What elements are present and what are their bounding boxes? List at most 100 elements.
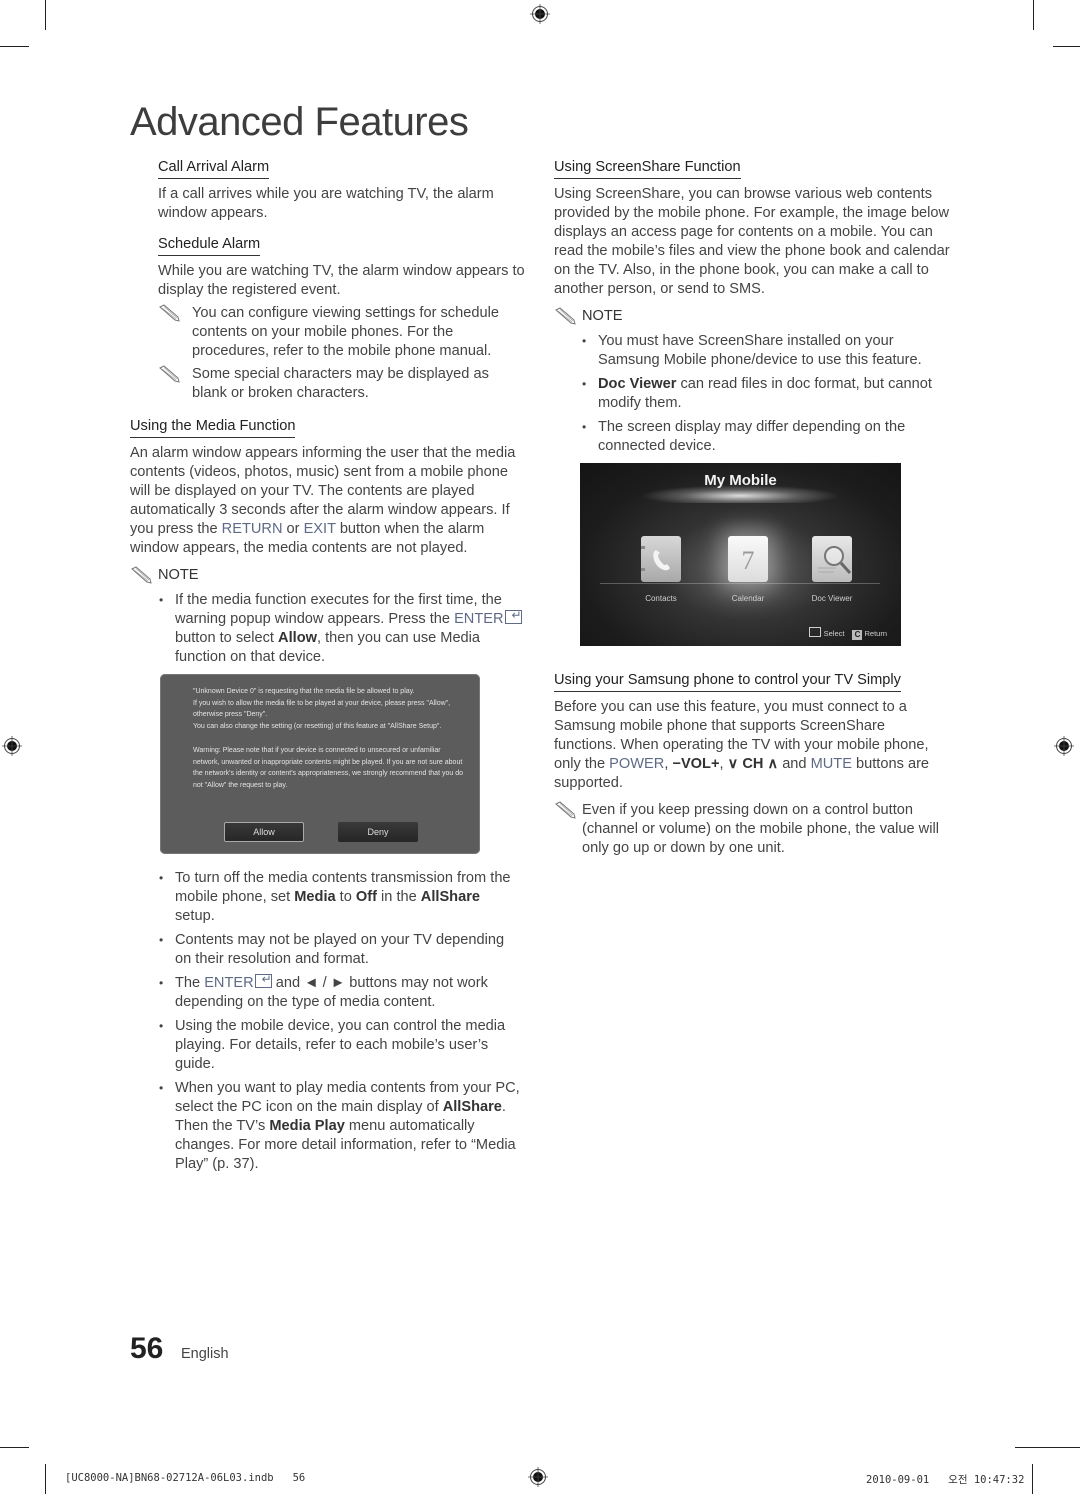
ch-keyword: ∨ CH ∧ xyxy=(727,756,779,772)
crop-mark-bottom-right-h xyxy=(1015,1447,1080,1448)
my-mobile-title: My Mobile xyxy=(704,472,777,489)
body-text: The xyxy=(175,975,205,991)
section-body: Using ScreenShare, you can browse variou… xyxy=(554,186,950,297)
section-schedule-alarm: Schedule Alarm While you are watching TV… xyxy=(130,235,530,403)
allow-button[interactable]: Allow xyxy=(224,822,304,842)
screen-footer: Select C Return xyxy=(808,627,887,640)
section-heading: Call Arrival Alarm xyxy=(158,158,270,179)
return-key-icon: C xyxy=(852,630,863,640)
allshare-keyword: AllShare xyxy=(420,889,481,905)
vol-keyword: −VOL+ xyxy=(672,756,720,772)
mute-keyword: MUTE xyxy=(810,756,852,772)
magnifier-icon xyxy=(818,546,852,575)
body-text: and xyxy=(778,756,811,772)
section-heading: Using your Samsung phone to control your… xyxy=(554,671,901,692)
my-mobile-screen: My Mobile Contacts 7 Calendar Doc Viewer… xyxy=(580,463,901,646)
print-slug-file: [UC8000-NA]BN68-02712A-06L03.indb 56 xyxy=(65,1472,306,1484)
section-media-function: Using the Media Function An alarm window… xyxy=(130,417,530,667)
return-label[interactable]: Return xyxy=(864,629,887,638)
page-title: Advanced Features xyxy=(130,100,469,144)
note-text: Some special characters may be displayed… xyxy=(192,366,489,401)
doc-viewer-icon xyxy=(812,536,852,582)
allow-keyword: Allow xyxy=(278,630,317,646)
note-heading: NOTE xyxy=(130,566,530,585)
popup-warning: Warning: Please note that if your device… xyxy=(193,746,463,789)
page-number: 56 xyxy=(130,1332,164,1365)
body-text: to xyxy=(335,889,356,905)
allshare-keyword: AllShare xyxy=(442,1099,502,1115)
crop-mark-top-right-v xyxy=(1033,0,1034,30)
off-keyword: Off xyxy=(355,889,377,905)
section-screenshare: Using ScreenShare Function Using ScreenS… xyxy=(554,158,954,456)
enter-key-icon xyxy=(504,606,522,625)
crop-mark-bottom-left-h xyxy=(0,1447,29,1448)
note-item: You can configure viewing settings for s… xyxy=(158,304,512,361)
section-heading: Using ScreenShare Function xyxy=(554,158,741,179)
page-language: English xyxy=(181,1346,229,1362)
enter-key-icon xyxy=(254,970,272,989)
pencil-note-icon xyxy=(159,304,180,322)
note-bullet: Using the mobile device, you can control… xyxy=(157,1017,522,1074)
select-label[interactable]: Select xyxy=(824,629,845,638)
note-list: You must have ScreenShare installed on y… xyxy=(554,332,950,456)
note-item: Some special characters may be displayed… xyxy=(158,365,512,403)
doc-viewer-item[interactable]: Doc Viewer xyxy=(797,536,867,603)
power-keyword: POWER xyxy=(609,756,665,772)
exit-keyword: EXIT xyxy=(303,521,336,537)
popup-line: If you wish to allow the media file to b… xyxy=(193,699,451,719)
note-bullet: Contents may not be played on your TV de… xyxy=(157,931,522,969)
media-allow-popup: "Unknown Device 0" is requesting that th… xyxy=(160,674,480,854)
note-bullet: If the media function executes for the f… xyxy=(157,591,522,667)
note-item: Even if you keep pressing down on a cont… xyxy=(554,801,952,858)
popup-line: "Unknown Device 0" is requesting that th… xyxy=(193,688,415,695)
section-body: While you are watching TV, the alarm win… xyxy=(158,263,525,298)
registration-mark-right-icon xyxy=(1054,736,1074,756)
calendar-label: Calendar xyxy=(731,594,765,603)
print-slug-timestamp: 2010-09-01 오전 10:47:32 xyxy=(866,1474,1025,1486)
body-text: , xyxy=(719,756,728,772)
crop-mark-top-left-h xyxy=(0,46,29,47)
doc-viewer-keyword: Doc Viewer xyxy=(598,376,677,392)
calendar-icon: 7 xyxy=(728,536,768,582)
note-bullet: To turn off the media contents transmiss… xyxy=(157,869,522,926)
left-column-bullets: To turn off the media contents transmiss… xyxy=(157,869,522,1179)
right-column: Using ScreenShare Function Using ScreenS… xyxy=(554,158,954,461)
crop-mark-top-right-h xyxy=(1053,46,1080,47)
pencil-note-icon xyxy=(555,801,576,819)
note-heading: NOTE xyxy=(554,307,954,326)
registration-mark-left-icon xyxy=(2,736,22,756)
section-heading: Schedule Alarm xyxy=(158,235,261,256)
enter-key-icon xyxy=(808,627,821,637)
popup-message: "Unknown Device 0" is requesting that th… xyxy=(193,686,463,792)
crop-mark-top-left-v xyxy=(45,0,46,30)
calendar-item[interactable]: 7 Calendar xyxy=(713,536,783,603)
calendar-day: 7 xyxy=(741,546,755,575)
return-keyword: RETURN xyxy=(221,521,283,537)
left-column: Call Arrival Alarm If a call arrives whi… xyxy=(130,158,530,672)
deny-button[interactable]: Deny xyxy=(338,822,418,842)
note-bullet: You must have ScreenShare installed on y… xyxy=(580,332,950,370)
body-text: setup. xyxy=(175,908,215,924)
section-heading: Using the Media Function xyxy=(130,417,296,438)
body-text: in the xyxy=(376,889,421,905)
body-text: You must have ScreenShare installed on y… xyxy=(598,333,922,368)
phone-handset-icon xyxy=(639,546,670,571)
note-text: You can configure viewing settings for s… xyxy=(192,305,499,359)
pencil-note-icon xyxy=(555,307,576,325)
section-body: Before you can use this feature, you mus… xyxy=(554,698,946,793)
body-text: The screen display may differ depending … xyxy=(598,419,906,454)
note-list: If the media function executes for the f… xyxy=(130,591,522,667)
crop-mark-bottom-left-v xyxy=(45,1464,46,1494)
contacts-item[interactable]: Contacts xyxy=(626,536,696,603)
pencil-note-icon xyxy=(159,365,180,383)
body-text: Contents may not be played on your TV de… xyxy=(175,932,505,967)
registration-mark-top-icon xyxy=(530,4,550,24)
section-call-arrival: Call Arrival Alarm If a call arrives whi… xyxy=(130,158,530,223)
doc-viewer-label: Doc Viewer xyxy=(811,594,853,603)
note-label: NOTE xyxy=(158,567,199,583)
body-text: If the media function executes for the f… xyxy=(175,592,502,627)
note-list: To turn off the media contents transmiss… xyxy=(157,869,522,1174)
note-bullet: The ENTER and ◄ / ► buttons may not work… xyxy=(157,970,522,1012)
note-bullet: The screen display may differ depending … xyxy=(580,418,950,456)
enter-keyword: ENTER xyxy=(204,975,254,991)
